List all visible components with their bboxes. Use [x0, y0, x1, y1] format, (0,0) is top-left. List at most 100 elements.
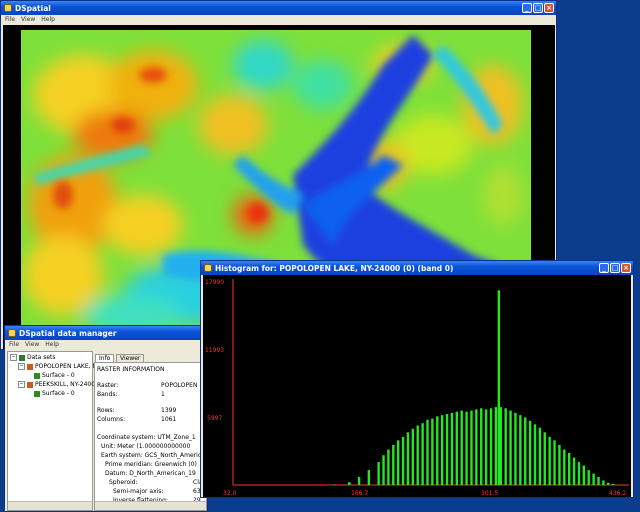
maximize-button[interactable]: □: [610, 263, 620, 273]
bands-value: 1: [161, 391, 165, 398]
collapse-icon[interactable]: −: [10, 354, 17, 361]
data-manager-title: DSpatial data manager: [19, 329, 117, 338]
histogram-bar: [387, 449, 390, 485]
data-manager-window: DSpatial data manager File View Help − Da…: [4, 325, 208, 512]
data-manager-title-bar[interactable]: DSpatial data manager: [5, 326, 207, 340]
histogram-bar: [382, 455, 385, 485]
histogram-bar: [440, 415, 444, 485]
y-tick-label: 11993: [205, 347, 224, 354]
info-panel: Info Viewer RASTER INFORMATION Raster: P…: [94, 351, 207, 511]
minimize-button[interactable]: _: [599, 263, 609, 273]
histogram-bar: [455, 411, 459, 485]
histogram-bar: [582, 465, 586, 485]
histogram-bar: [367, 470, 371, 485]
surface-icon: [34, 390, 40, 397]
histogram-bar: [499, 407, 502, 485]
tree-item-dataset[interactable]: − POPOLOPEN LAKE, N: [18, 363, 97, 370]
app-icon: [4, 4, 12, 12]
main-menu-bar: File View Help: [1, 15, 556, 25]
tree-item-label: POPOLOPEN LAKE, N: [35, 363, 97, 370]
raster-icon: [27, 363, 33, 370]
rows-label: Rows:: [97, 407, 115, 414]
histogram-bar: [460, 410, 463, 485]
histogram-bar: [572, 457, 576, 485]
histogram-bar: [445, 414, 449, 485]
menu-file[interactable]: File: [5, 15, 15, 25]
app-icon: [8, 329, 16, 337]
datum: Datum: D_North_American_19: [105, 470, 196, 477]
histogram-bar: [607, 482, 610, 485]
menu-help[interactable]: Help: [41, 15, 55, 25]
tree-item-surface[interactable]: Surface - 0: [34, 372, 75, 379]
tree-root[interactable]: − Data sets: [10, 354, 56, 361]
tree-item-label: Surface - 0: [42, 372, 75, 379]
dataset-tree[interactable]: − Data sets − POPOLOPEN LAKE, N Surface - …: [7, 351, 99, 511]
menu-help[interactable]: Help: [45, 340, 59, 350]
prime-meridian: Prime meridian: Greenwich (0): [105, 461, 197, 468]
semimajor-label: Semi-major axis:: [113, 488, 164, 495]
collapse-icon[interactable]: −: [18, 381, 25, 388]
x-tick-label: 301.5: [481, 490, 498, 497]
tree-item-label: PEEKSKILL, NY-2400C: [35, 381, 100, 388]
histogram-bar: [528, 420, 532, 485]
histogram-bar: [543, 432, 546, 485]
histogram-bars: [333, 290, 620, 485]
coordinate-system: Coordinate system: UTM_Zone_1: [97, 434, 196, 441]
histogram-bar: [524, 417, 527, 485]
app-icon: [204, 264, 212, 272]
histogram-bar: [548, 436, 551, 485]
histogram-bar: [538, 427, 542, 485]
histogram-bar: [411, 428, 415, 485]
histogram-bar: [484, 409, 488, 485]
histogram-bar: [357, 476, 361, 485]
histogram-bar: [489, 408, 493, 485]
menu-view[interactable]: View: [25, 340, 39, 350]
histogram-bar: [401, 436, 405, 485]
minimize-button[interactable]: _: [522, 3, 532, 13]
histogram-bar: [558, 444, 561, 485]
y-tick-label: 17990: [205, 279, 224, 286]
histogram-bar: [533, 424, 537, 485]
main-window-title: DSpatial: [15, 4, 51, 13]
histogram-bar: [475, 409, 478, 485]
tree-item-surface[interactable]: Surface - 0: [34, 390, 75, 397]
histogram-bar: [611, 483, 615, 485]
tree-item-dataset[interactable]: − PEEKSKILL, NY-2400C: [18, 381, 99, 388]
tree-horizontal-scrollbar[interactable]: [8, 501, 92, 510]
histogram-bar: [348, 482, 351, 485]
info-horizontal-scrollbar[interactable]: [95, 501, 206, 510]
histogram-bar: [519, 415, 522, 485]
collapse-icon[interactable]: −: [18, 363, 25, 370]
y-tick-label: 5997: [207, 415, 222, 422]
histogram-bar: [426, 419, 429, 485]
database-icon: [19, 354, 25, 361]
columns-label: Columns:: [97, 416, 126, 423]
histogram-chart: 17990 11993 5997 32.0 166.7 301.5 436.2: [205, 279, 629, 497]
histogram-bar: [480, 408, 483, 485]
histogram-bar: [436, 416, 439, 485]
x-tick-label: 166.7: [351, 490, 368, 497]
close-button[interactable]: ×: [544, 3, 554, 13]
unit-info: Unit: Meter (1.000000000000: [101, 443, 191, 450]
histogram-bar: [450, 412, 454, 485]
histogram-bar: [563, 449, 566, 485]
close-button[interactable]: ×: [621, 263, 631, 273]
histogram-bar: [592, 473, 595, 485]
histogram-bar: [587, 470, 590, 485]
histogram-title-bar[interactable]: Histogram for: POPOLOPEN LAKE, NY-24000 …: [201, 261, 633, 275]
histogram-bar: [465, 411, 468, 485]
main-title-bar[interactable]: DSpatial _ □ ×: [1, 1, 556, 15]
histogram-bar: [514, 412, 517, 485]
histogram-window: Histogram for: POPOLOPEN LAKE, NY-24000 …: [200, 260, 634, 498]
raster-value: POPOLOPEN L: [161, 382, 203, 389]
info-heading: RASTER INFORMATION: [97, 366, 165, 373]
surface-icon: [34, 372, 40, 379]
histogram-title: Histogram for: POPOLOPEN LAKE, NY-24000 …: [215, 264, 454, 273]
histogram-bar: [602, 480, 605, 485]
menu-view[interactable]: View: [21, 15, 35, 25]
info-content: RASTER INFORMATION Raster: POPOLOPEN L B…: [94, 362, 207, 511]
menu-file[interactable]: File: [9, 340, 19, 350]
histogram-bar: [406, 432, 410, 485]
histogram-bar: [431, 418, 434, 485]
maximize-button[interactable]: □: [533, 3, 543, 13]
